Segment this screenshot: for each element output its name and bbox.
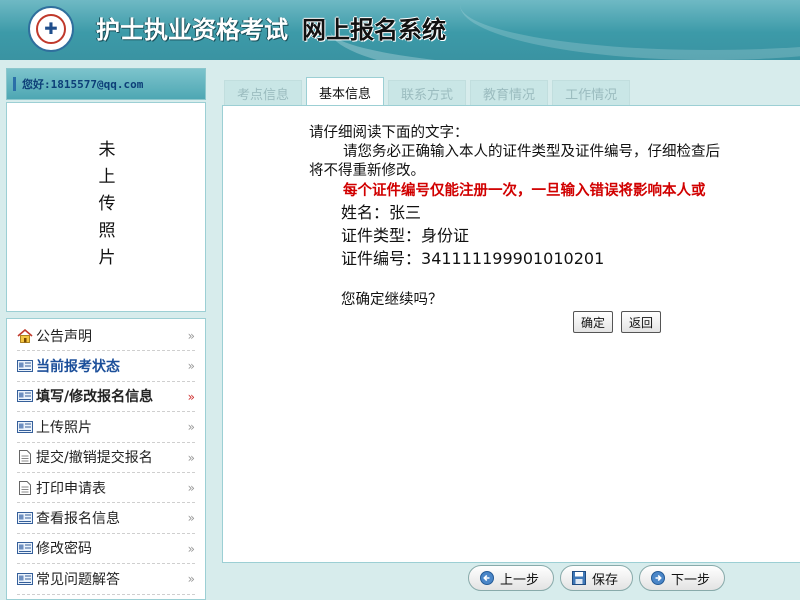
app-title-part2: 网上报名系统 — [302, 15, 446, 44]
id-card-icon — [17, 420, 33, 434]
arrow-left-icon — [479, 571, 495, 585]
greeting-marker-icon — [13, 77, 16, 91]
emblem-logo-icon: ✚ — [28, 6, 74, 52]
save-label: 保存 — [592, 572, 619, 588]
person-id-number-row: 证件编号：341111199901010201 — [341, 247, 604, 270]
house-icon — [17, 328, 33, 343]
save-button[interactable]: 保存 — [560, 565, 634, 591]
document-icon — [17, 450, 33, 465]
id-card-icon — [17, 541, 33, 555]
id-card-icon — [17, 389, 33, 403]
chevron-right-icon: » — [187, 389, 195, 404]
prev-step-label: 上一步 — [500, 572, 540, 588]
chevron-right-icon: » — [187, 329, 195, 343]
chevron-right-icon: » — [187, 450, 195, 465]
notice-line: 将不得重新修改。 — [309, 163, 425, 179]
person-id-number: 341111199901010201 — [421, 249, 605, 268]
photo-placeholder-text: 未 上 传 照 片 — [98, 140, 116, 268]
sidebar-item-label: 提交/撤销提交报名 — [36, 450, 153, 467]
sidebar-item-current-status[interactable]: 当前报考状态 » — [17, 351, 195, 382]
user-greeting: 您好:1815577@qq.com — [22, 78, 144, 91]
sidebar-item-faq[interactable]: 常见问题解答 » — [17, 564, 195, 595]
chevron-right-icon: » — [187, 572, 195, 587]
sidebar-item-label: 当前报考状态 — [36, 359, 120, 376]
chevron-right-icon: » — [187, 480, 195, 495]
sidebar-item-change-password[interactable]: 修改密码 » — [17, 534, 195, 565]
sidebar-item-upload-photo[interactable]: 上传照片 » — [17, 412, 195, 443]
sidebar-item-label: 查看报名信息 — [36, 511, 120, 528]
id-card-icon — [17, 511, 33, 525]
confirm-question: 您确定继续吗？ — [341, 292, 443, 308]
app-title: 护士执业资格考试 网上报名系统 — [96, 10, 446, 44]
id-card-icon — [17, 359, 33, 373]
ok-button[interactable]: 确定 — [573, 311, 614, 333]
person-name: 姓名：张三 — [341, 203, 422, 222]
sidebar-item-label: 上传照片 — [36, 419, 92, 436]
person-id-type: 证件类型：身份证 — [341, 226, 470, 245]
sidebar-item-label: 常见问题解答 — [36, 571, 120, 588]
sidebar-item-print-form[interactable]: 打印申请表 » — [17, 473, 195, 504]
app-title-part1: 护士执业资格考试 — [96, 15, 288, 44]
notice-warning: 每个证件编号仅能注册一次，一旦输入错误将影响本人或 — [343, 182, 706, 199]
sidebar-item-view-registration[interactable]: 查看报名信息 » — [17, 503, 195, 534]
sidebar-item-label: 修改密码 — [36, 541, 92, 558]
chevron-right-icon: » — [187, 511, 195, 526]
footer-navigation: 上一步 保存 下一步 — [468, 565, 726, 591]
sidebar-item-submit-registration[interactable]: 提交/撤销提交报名 » — [17, 443, 195, 473]
sidebar-menu: 公告声明 » 当前报考状态 » 填写/修改报名信息 » 上传照片 » 提交/撤销… — [6, 318, 206, 600]
sidebar-item-label: 公告声明 — [36, 328, 92, 345]
person-info: 姓名：张三 证件类型：身份证 证件编号：341111199901010201 — [341, 201, 604, 270]
tab-basic-info[interactable]: 基本信息 — [306, 77, 385, 106]
tab-exam-site[interactable]: 考点信息 — [224, 80, 303, 106]
sidebar-item-label: 打印申请表 — [36, 480, 106, 497]
chevron-right-icon: » — [187, 359, 195, 374]
floppy-disk-icon — [571, 571, 587, 585]
person-id-number-label: 证件编号： — [341, 249, 422, 268]
notice-text: 请仔细阅读下面的文字： 请您务必正确输入本人的证件类型及证件编号，仔细检查后 将… — [309, 124, 800, 200]
tab-work[interactable]: 工作情况 — [552, 80, 631, 106]
sidebar-item-label: 填写/修改报名信息 — [36, 389, 154, 406]
sidebar: 您好:1815577@qq.com 未 上 传 照 片 公告声明 » 当前报考状… — [0, 68, 212, 600]
user-greeting-bar: 您好:1815577@qq.com — [6, 68, 206, 100]
arrow-right-icon — [650, 571, 666, 585]
app-header: ✚ 护士执业资格考试 网上报名系统 — [0, 0, 800, 60]
main-panel: 考点信息 基本信息 联系方式 教育情况 工作情况 请仔细阅读下面的文字： 请您务… — [218, 68, 800, 600]
tab-bar: 考点信息 基本信息 联系方式 教育情况 工作情况 — [218, 76, 800, 106]
tab-education[interactable]: 教育情况 — [470, 80, 549, 106]
back-button[interactable]: 返回 — [621, 311, 662, 333]
id-card-icon — [17, 572, 33, 586]
notice-line: 请您务必正确输入本人的证件类型及证件编号，仔细检查后 — [343, 144, 720, 160]
chevron-right-icon: » — [187, 541, 195, 556]
header-divider — [0, 60, 800, 68]
next-step-button[interactable]: 下一步 — [639, 565, 726, 591]
chevron-right-icon: » — [187, 420, 195, 435]
photo-placeholder: 未 上 传 照 片 — [6, 102, 206, 312]
confirm-buttons: 确定 返回 — [573, 311, 662, 333]
prev-step-button[interactable]: 上一步 — [468, 565, 555, 591]
sidebar-item-fill-registration[interactable]: 填写/修改报名信息 » — [17, 382, 195, 413]
sidebar-item-announcement[interactable]: 公告声明 » — [17, 321, 195, 352]
content-panel: 请仔细阅读下面的文字： 请您务必正确输入本人的证件类型及证件编号，仔细检查后 将… — [222, 105, 800, 563]
document-icon — [17, 480, 33, 495]
next-step-label: 下一步 — [671, 572, 711, 588]
tab-contact[interactable]: 联系方式 — [388, 80, 467, 106]
notice-line: 请仔细阅读下面的文字： — [309, 125, 469, 141]
